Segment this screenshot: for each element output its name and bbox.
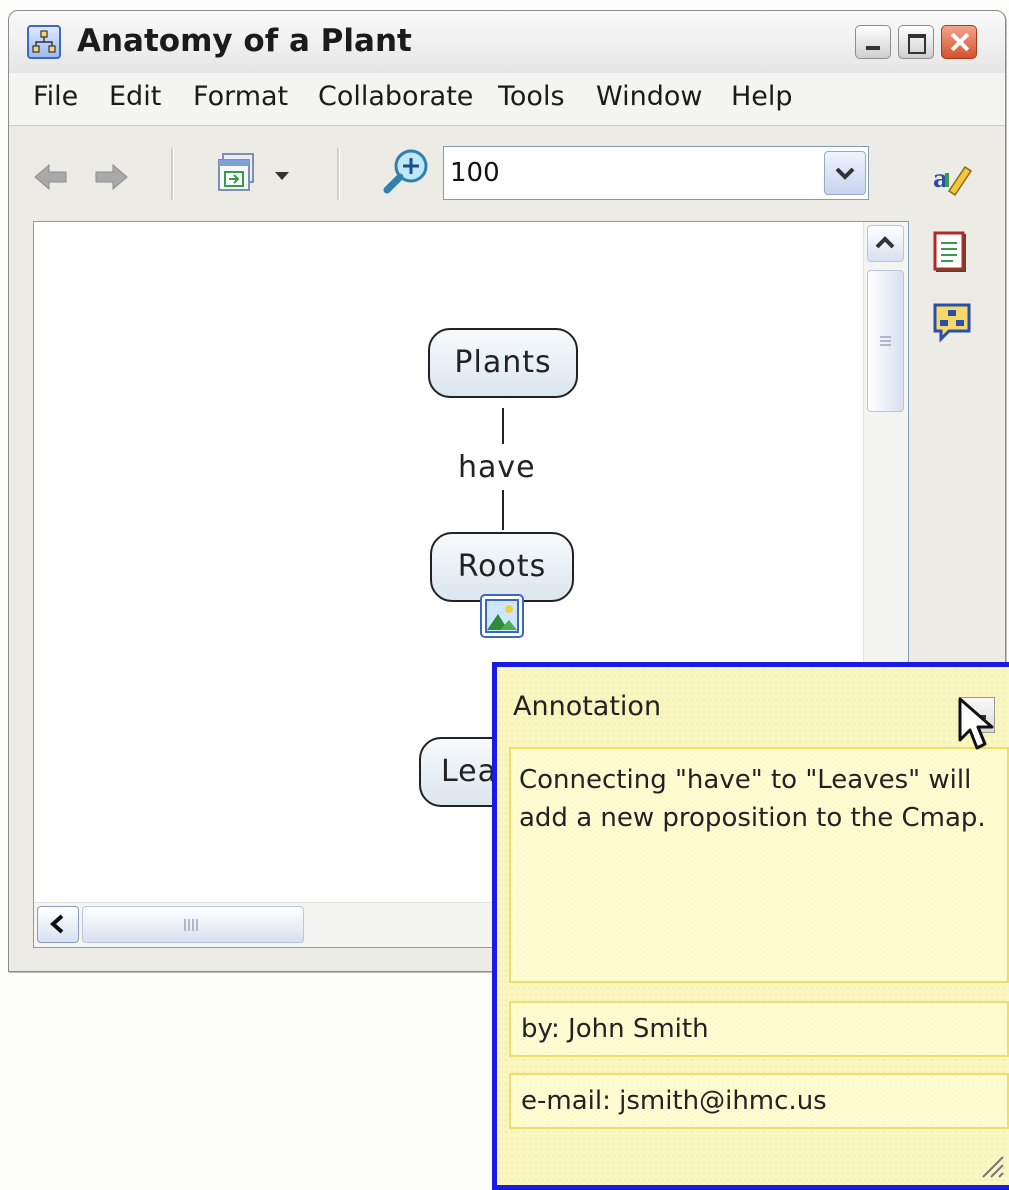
zoom-dropdown-button[interactable] <box>824 151 866 195</box>
menu-file[interactable]: File <box>33 81 78 112</box>
link-line <box>502 408 504 444</box>
mouse-cursor-icon <box>958 697 994 750</box>
zoom-value: 100 <box>450 158 500 188</box>
annotation-author: by: John Smith <box>509 1001 1009 1057</box>
resize-grip-icon[interactable] <box>975 1149 1005 1179</box>
concept-roots[interactable]: Roots <box>430 532 574 602</box>
menu-bar: File Edit Format Collaborate Tools Windo… <box>9 73 1005 126</box>
zoom-input[interactable]: 100 <box>443 146 869 200</box>
window-title: Anatomy of a Plant <box>77 23 412 59</box>
image-resource-icon[interactable] <box>480 594 524 638</box>
chevron-left-icon <box>49 914 64 934</box>
info-panel-icon[interactable] <box>931 231 971 275</box>
annotation-title: Annotation <box>513 691 662 722</box>
toolbar-separator <box>337 148 340 200</box>
cmap-app-icon <box>27 25 61 59</box>
menu-collaborate[interactable]: Collaborate <box>318 81 473 112</box>
menu-format[interactable]: Format <box>193 81 288 112</box>
vertical-scroll-thumb[interactable] <box>867 270 904 412</box>
link-label-have[interactable]: have <box>458 450 536 485</box>
title-bar[interactable]: Anatomy of a Plant <box>9 11 1005 74</box>
styles-palette-icon[interactable]: a <box>931 157 975 197</box>
link-line <box>502 490 504 530</box>
horizontal-scroll-thumb[interactable] <box>82 906 304 943</box>
menu-window[interactable]: Window <box>596 81 702 112</box>
view-menu-icon[interactable] <box>215 152 297 200</box>
minimize-button[interactable] <box>855 25 891 59</box>
grip-lines-icon <box>184 919 198 931</box>
close-button[interactable] <box>941 25 977 59</box>
chevron-up-icon <box>875 236 895 249</box>
toolbar: 100 <box>9 126 1005 221</box>
maximize-button[interactable] <box>898 25 934 59</box>
annotation-icon[interactable] <box>931 301 973 345</box>
annotation-email: e-mail: jsmith@ihmc.us <box>509 1073 1009 1129</box>
annotation-note[interactable]: Annotation Connecting "have" to "Leaves"… <box>492 662 1009 1190</box>
forward-arrow-icon[interactable] <box>93 162 129 192</box>
back-arrow-icon[interactable] <box>33 162 69 192</box>
zoom-in-icon[interactable] <box>381 146 433 200</box>
menu-edit[interactable]: Edit <box>109 81 161 112</box>
scroll-left-button[interactable] <box>37 906 79 943</box>
scroll-up-button[interactable] <box>867 225 904 262</box>
menu-tools[interactable]: Tools <box>498 81 565 112</box>
grip-lines-icon <box>880 336 891 346</box>
concept-plants[interactable]: Plants <box>428 328 578 398</box>
chevron-down-icon <box>835 167 855 180</box>
menu-help[interactable]: Help <box>731 81 793 112</box>
annotation-body[interactable]: Connecting "have" to "Leaves" will add a… <box>509 747 1009 983</box>
toolbar-separator <box>171 148 174 200</box>
